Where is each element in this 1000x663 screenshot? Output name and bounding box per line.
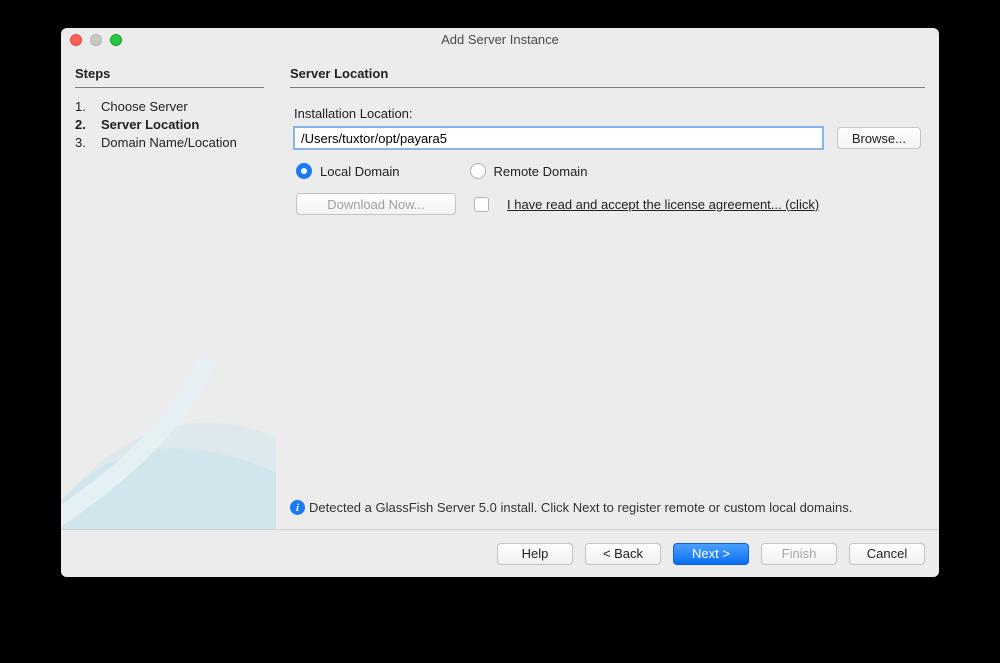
step-label: Domain Name/Location: [101, 134, 237, 152]
steps-heading: Steps: [75, 66, 264, 81]
step-label: Server Location: [101, 116, 199, 134]
dialog-body: Steps 1. Choose Server 2. Server Locatio…: [61, 52, 939, 529]
installation-label: Installation Location:: [294, 106, 921, 121]
zoom-icon[interactable]: [110, 34, 122, 46]
path-row: Browse...: [294, 127, 921, 149]
step-number: 2.: [75, 116, 101, 134]
browse-button[interactable]: Browse...: [837, 127, 921, 149]
help-button[interactable]: Help: [497, 543, 573, 565]
main-panel: Server Location Installation Location: B…: [276, 52, 939, 529]
steps-list: 1. Choose Server 2. Server Location 3. D…: [75, 98, 264, 152]
installation-path-input[interactable]: [294, 127, 823, 149]
close-icon[interactable]: [70, 34, 82, 46]
decorative-swoosh: [61, 359, 276, 529]
remote-domain-radio[interactable]: Remote Domain: [470, 163, 588, 179]
license-checkbox[interactable]: [474, 197, 489, 212]
domain-radio-group: Local Domain Remote Domain: [296, 163, 921, 179]
finish-button: Finish: [761, 543, 837, 565]
divider: [290, 87, 925, 88]
back-button[interactable]: < Back: [585, 543, 661, 565]
window-title: Add Server Instance: [61, 28, 939, 52]
steps-sidebar: Steps 1. Choose Server 2. Server Locatio…: [61, 52, 276, 529]
license-link[interactable]: I have read and accept the license agree…: [507, 197, 819, 212]
titlebar: Add Server Instance: [61, 28, 939, 52]
next-button[interactable]: Next >: [673, 543, 749, 565]
radio-label: Local Domain: [320, 164, 400, 179]
step-item: 3. Domain Name/Location: [75, 134, 264, 152]
download-button: Download Now...: [296, 193, 456, 215]
step-item: 1. Choose Server: [75, 98, 264, 116]
license-row: Download Now... I have read and accept t…: [296, 193, 921, 215]
info-icon: i: [290, 500, 305, 515]
minimize-icon: [90, 34, 102, 46]
radio-icon: [296, 163, 312, 179]
divider: [75, 87, 264, 88]
info-message: i Detected a GlassFish Server 5.0 instal…: [290, 500, 925, 521]
window-controls: [70, 34, 122, 46]
form-section: Installation Location: Browse... Local D…: [290, 98, 925, 215]
radio-icon: [470, 163, 486, 179]
dialog-window: Add Server Instance Steps 1. Choose Serv…: [61, 28, 939, 577]
info-text: Detected a GlassFish Server 5.0 install.…: [309, 500, 852, 515]
cancel-button[interactable]: Cancel: [849, 543, 925, 565]
radio-label: Remote Domain: [494, 164, 588, 179]
button-bar: Help < Back Next > Finish Cancel: [61, 529, 939, 577]
step-item-current: 2. Server Location: [75, 116, 264, 134]
step-number: 3.: [75, 134, 101, 152]
local-domain-radio[interactable]: Local Domain: [296, 163, 400, 179]
step-number: 1.: [75, 98, 101, 116]
main-heading: Server Location: [290, 66, 925, 81]
step-label: Choose Server: [101, 98, 188, 116]
